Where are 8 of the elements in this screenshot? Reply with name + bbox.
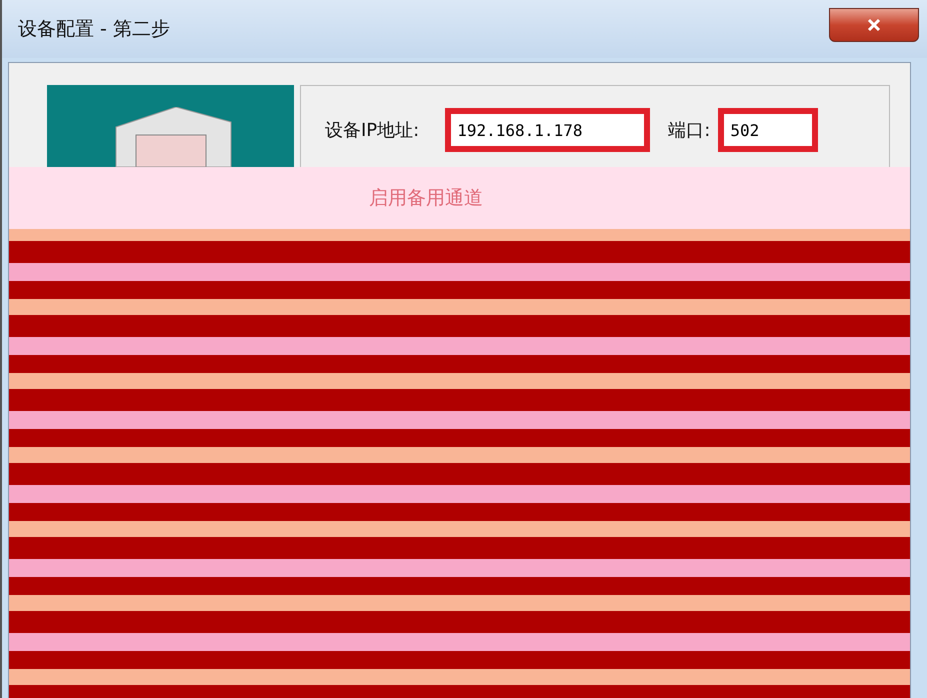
window-title: 设备配置 - 第二步 (18, 17, 170, 42)
port-label: 端口: (668, 119, 710, 142)
close-icon (867, 18, 881, 32)
close-button[interactable] (829, 8, 919, 42)
ip-address-field[interactable]: 192.168.1.178 (445, 108, 650, 152)
backup-channel-label: 启用备用通道 (369, 186, 483, 211)
port-field[interactable]: 502 (718, 108, 818, 152)
ip-address-label: 设备IP地址: (325, 119, 420, 142)
